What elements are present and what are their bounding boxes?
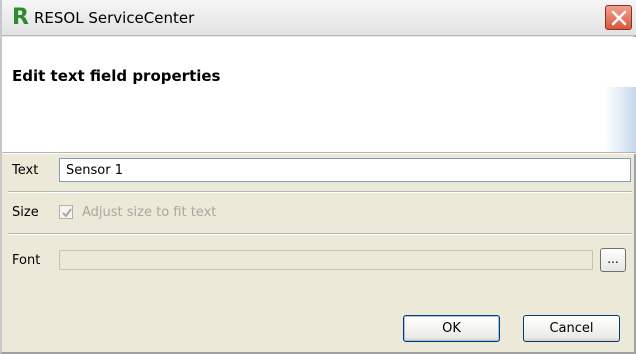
header-decoration — [604, 87, 636, 152]
font-label: Font — [12, 253, 41, 268]
title-bar[interactable]: R RESOL ServiceCenter — [2, 0, 636, 36]
app-logo-icon: R — [12, 5, 29, 30]
text-divider — [8, 191, 632, 193]
text-label: Text — [12, 163, 39, 178]
close-button[interactable] — [605, 5, 632, 30]
ok-button[interactable]: OK — [403, 315, 500, 342]
window-title: RESOL ServiceCenter — [34, 9, 195, 27]
adjust-size-checkbox[interactable] — [59, 205, 73, 219]
adjust-size-label: Adjust size to fit text — [82, 205, 217, 220]
text-input[interactable] — [59, 158, 631, 182]
header-divider — [2, 152, 636, 154]
font-browse-button[interactable]: ... — [600, 248, 626, 272]
size-divider — [8, 233, 632, 235]
close-icon — [611, 10, 627, 26]
dialog-window: R RESOL ServiceCenter Edit text field pr… — [0, 0, 636, 354]
font-field — [59, 250, 593, 270]
page-title: Edit text field properties — [12, 67, 221, 85]
cancel-button[interactable]: Cancel — [523, 315, 620, 342]
checkmark-icon — [62, 208, 72, 218]
size-label: Size — [12, 205, 39, 220]
dialog-header: Edit text field properties — [2, 37, 636, 152]
